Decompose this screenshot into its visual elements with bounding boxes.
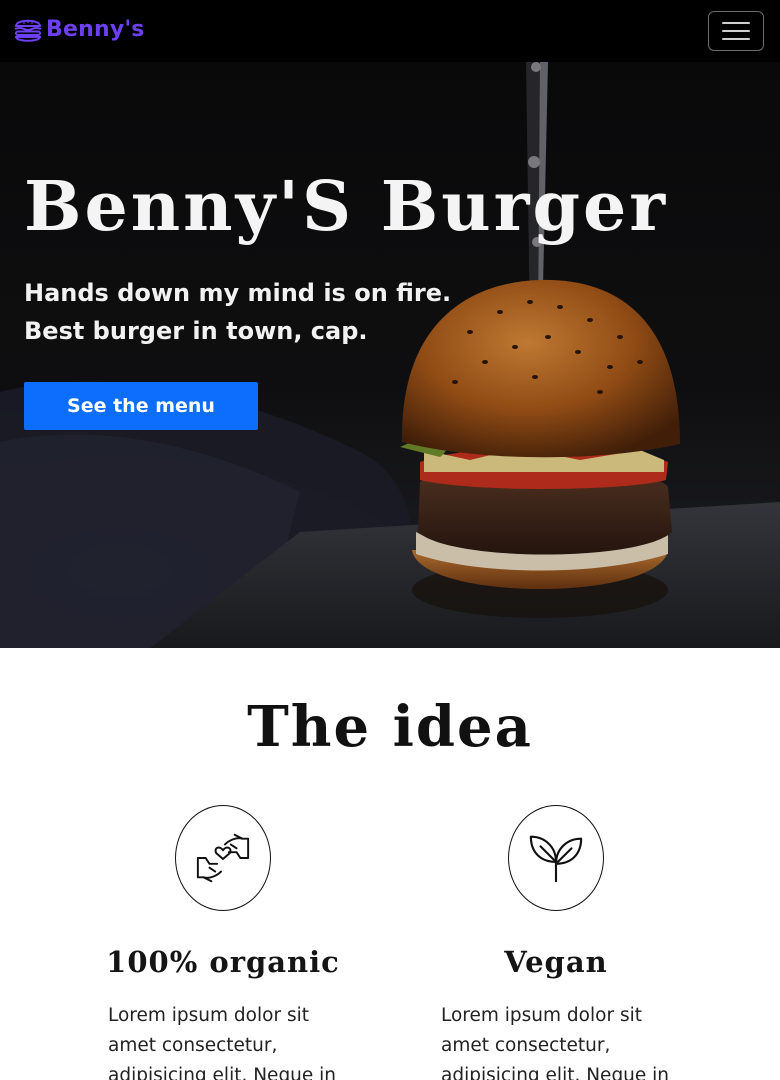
hero-subtitle: Hands down my mind is on fire. Best burg… <box>24 279 452 345</box>
feature-title: 100% organic <box>106 945 340 979</box>
feature-text: Lorem ipsum dolor sit amet consectetur, … <box>441 1005 670 1080</box>
feature-text: Lorem ipsum dolor sit amet consectetur, … <box>108 1005 337 1080</box>
brand-link[interactable]: Benny's <box>12 12 145 46</box>
navbar-toggler-button[interactable] <box>708 11 764 51</box>
hero-section: Benny'S Burger Hands down my mind is on … <box>0 62 780 648</box>
idea-section-title: The idea <box>247 694 533 760</box>
feature-title: Vegan <box>504 945 608 979</box>
feature-icon-circle <box>508 805 604 911</box>
hamburger-menu-icon <box>722 22 750 24</box>
feature-card-organic: 100% organic Lorem ipsum dolor sit amet … <box>98 805 348 1080</box>
burger-icon <box>14 19 42 42</box>
burger-photo <box>0 62 780 648</box>
navbar: Benny's <box>0 0 780 62</box>
see-menu-button[interactable]: See the menu <box>24 382 258 430</box>
brand-name: Benny's <box>46 16 145 42</box>
feature-icon-circle <box>175 805 271 911</box>
hands-heart-icon <box>196 833 250 883</box>
sprout-leaf-icon <box>529 835 583 883</box>
hero-title: Benny'S Burger <box>24 167 669 247</box>
feature-card-vegan: Vegan Lorem ipsum dolor sit amet consect… <box>431 805 681 1080</box>
